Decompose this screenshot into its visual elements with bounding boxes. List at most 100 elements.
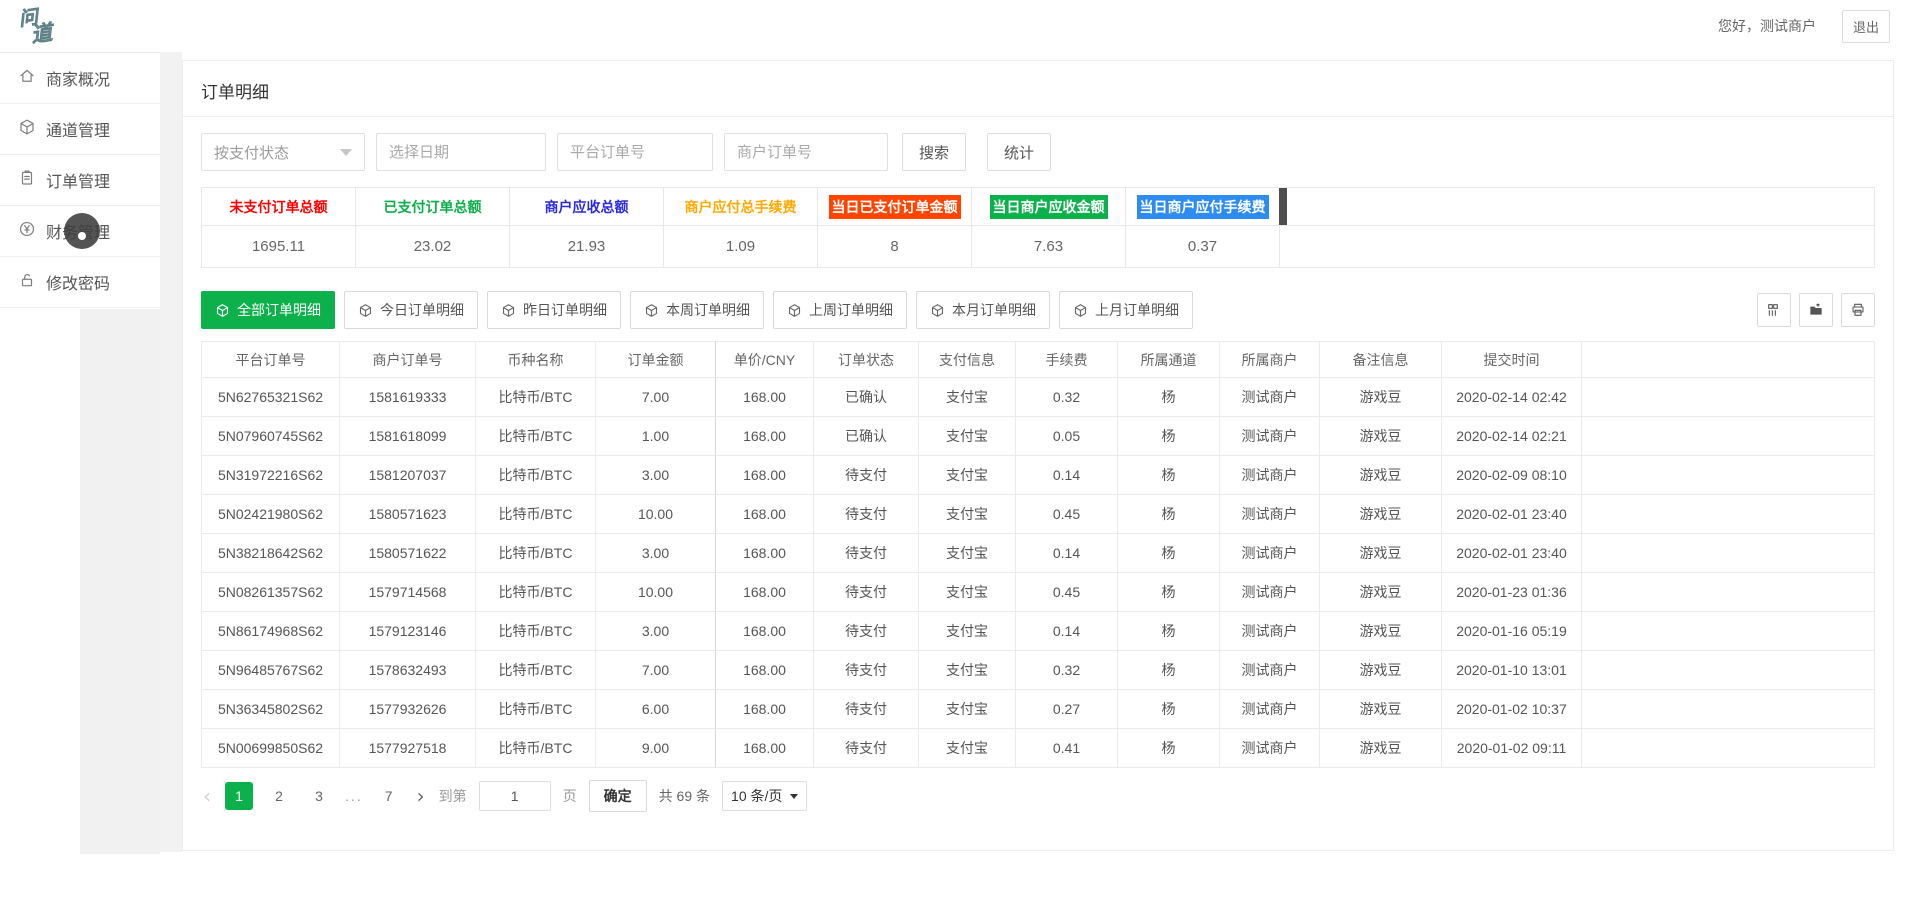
table-cell: 比特币/BTC bbox=[476, 651, 596, 690]
page-number-7[interactable]: 7 bbox=[375, 782, 403, 810]
date-picker-input[interactable] bbox=[376, 133, 546, 171]
tab-全部订单明细[interactable]: 全部订单明细 bbox=[201, 291, 335, 329]
table-cell: 3.00 bbox=[596, 534, 716, 573]
tab-本周订单明细[interactable]: 本周订单明细 bbox=[630, 291, 764, 329]
summary-filler-cell bbox=[1280, 188, 1875, 226]
table-cell: 10.00 bbox=[596, 573, 716, 612]
column-header-商户订单号: 商户订单号 bbox=[340, 342, 476, 378]
order-status: 已确认 bbox=[814, 378, 919, 417]
table-cell: 2020-01-10 13:01 bbox=[1442, 651, 1582, 690]
search-button[interactable]: 搜索 bbox=[902, 133, 966, 171]
table-cell: 168.00 bbox=[716, 651, 814, 690]
statistics-button[interactable]: 统计 bbox=[987, 133, 1051, 171]
summary-value: 7.63 bbox=[972, 226, 1126, 268]
sidebar-item-5[interactable]: 修改密码 bbox=[0, 257, 160, 308]
tab-昨日订单明细[interactable]: 昨日订单明细 bbox=[487, 291, 621, 329]
table-cell: 比特币/BTC bbox=[476, 417, 596, 456]
table-cell: 杨 bbox=[1118, 612, 1220, 651]
payment-status-placeholder: 按支付状态 bbox=[214, 142, 289, 163]
table-cell: 测试商户 bbox=[1220, 378, 1320, 417]
table-cell-filler bbox=[1582, 612, 1875, 651]
sidebar-item-label: 订单管理 bbox=[46, 168, 110, 192]
order-status: 待支付 bbox=[814, 573, 919, 612]
table-cell: 0.32 bbox=[1016, 378, 1118, 417]
goto-page-input[interactable] bbox=[479, 781, 551, 811]
merchant-order-input[interactable] bbox=[724, 133, 888, 171]
summary-value: 1.09 bbox=[664, 226, 818, 268]
platform-order-input[interactable] bbox=[557, 133, 713, 171]
table-cell-filler bbox=[1582, 495, 1875, 534]
order-status: 待支付 bbox=[814, 690, 919, 729]
tab-上周订单明细[interactable]: 上周订单明细 bbox=[773, 291, 907, 329]
table-cell: 0.14 bbox=[1016, 612, 1118, 651]
confirm-button[interactable]: 确定 bbox=[589, 780, 647, 812]
page-number-2[interactable]: 2 bbox=[265, 782, 293, 810]
pagination: ‹123...7›到第页确定共 69 条10 条/页 bbox=[183, 768, 1893, 824]
table-cell: 168.00 bbox=[716, 495, 814, 534]
tab-label: 今日订单明细 bbox=[380, 300, 464, 320]
column-header-所属商户: 所属商户 bbox=[1220, 342, 1320, 378]
table-cell: 游戏豆 bbox=[1320, 573, 1442, 612]
logout-button[interactable]: 退出 bbox=[1842, 10, 1890, 43]
column-header-提交时间: 提交时间 bbox=[1442, 342, 1582, 378]
table-cell: 测试商户 bbox=[1220, 534, 1320, 573]
table-cell-filler bbox=[1582, 417, 1875, 456]
page-size-select[interactable]: 10 条/页 bbox=[722, 781, 807, 811]
table-cell: 3.00 bbox=[596, 456, 716, 495]
column-header-支付信息: 支付信息 bbox=[919, 342, 1016, 378]
tab-今日订单明细[interactable]: 今日订单明细 bbox=[344, 291, 478, 329]
tab-上月订单明细[interactable]: 上月订单明细 bbox=[1059, 291, 1193, 329]
table-cell: 支付宝 bbox=[919, 573, 1016, 612]
print-button[interactable] bbox=[1841, 293, 1875, 327]
table-cell: 1581619333 bbox=[340, 378, 476, 417]
table-cell: 支付宝 bbox=[919, 495, 1016, 534]
print-icon bbox=[1850, 302, 1866, 318]
export-button[interactable] bbox=[1799, 293, 1833, 327]
goto-prefix: 到第 bbox=[439, 786, 467, 806]
table-cell: 3.00 bbox=[596, 612, 716, 651]
cube-icon bbox=[930, 303, 945, 318]
payment-status-select[interactable]: 按支付状态 bbox=[201, 133, 365, 171]
table-row: 5N38218642S621580571622比特币/BTC3.00168.00… bbox=[202, 534, 1875, 573]
table-row: 5N31972216S621581207037比特币/BTC3.00168.00… bbox=[202, 456, 1875, 495]
table-cell: 1581207037 bbox=[340, 456, 476, 495]
sidebar-menu: 商家概况通道管理订单管理财务管理修改密码 bbox=[0, 53, 160, 308]
table-cell: 5N02421980S62 bbox=[202, 495, 340, 534]
tab-label: 上周订单明细 bbox=[809, 300, 893, 320]
chevron-right-icon[interactable]: › bbox=[415, 786, 427, 806]
sidebar-item-label: 商家概况 bbox=[46, 66, 110, 90]
sidebar-item-1[interactable]: 商家概况 bbox=[0, 53, 160, 104]
tab-本月订单明细[interactable]: 本月订单明细 bbox=[916, 291, 1050, 329]
summary-label: 未支付订单总额 bbox=[202, 188, 356, 226]
order-scope-tabs: 全部订单明细 今日订单明细 昨日订单明细本周订单明细 上周订单明细 本月订单明细 上月订单… bbox=[183, 268, 1893, 337]
table-cell: 5N07960745S62 bbox=[202, 417, 340, 456]
cube-icon bbox=[18, 118, 36, 141]
summary-value: 1695.11 bbox=[202, 226, 356, 268]
table-cell: 2020-01-02 09:11 bbox=[1442, 729, 1582, 768]
columns-button[interactable] bbox=[1757, 293, 1791, 327]
table-cell: 168.00 bbox=[716, 378, 814, 417]
page-number-1[interactable]: 1 bbox=[225, 782, 253, 810]
yen-circle-icon bbox=[18, 220, 36, 243]
column-header-币种名称: 币种名称 bbox=[476, 342, 596, 378]
tab-group: 全部订单明细 今日订单明细 昨日订单明细本周订单明细 上周订单明细 本月订单明细 上月订单… bbox=[201, 291, 1193, 329]
page-number-3[interactable]: 3 bbox=[305, 782, 333, 810]
table-cell: 杨 bbox=[1118, 378, 1220, 417]
sidebar-item-3[interactable]: 订单管理 bbox=[0, 155, 160, 206]
summary-label: 当日商户应付手续费 bbox=[1126, 188, 1280, 226]
sidebar-item-2[interactable]: 通道管理 bbox=[0, 104, 160, 155]
table-cell: 杨 bbox=[1118, 573, 1220, 612]
table-cell: 测试商户 bbox=[1220, 456, 1320, 495]
table-cell: 游戏豆 bbox=[1320, 417, 1442, 456]
tab-label: 本月订单明细 bbox=[952, 300, 1036, 320]
scrollbar-thumb[interactable] bbox=[1279, 188, 1287, 225]
cube-icon bbox=[787, 303, 802, 318]
table-cell: 10.00 bbox=[596, 495, 716, 534]
table-cell: 杨 bbox=[1118, 417, 1220, 456]
orders-table: 平台订单号商户订单号币种名称订单金额单价/CNY订单状态支付信息手续费所属通道所… bbox=[201, 341, 1875, 768]
table-row: 5N00699850S621577927518比特币/BTC9.00168.00… bbox=[202, 729, 1875, 768]
chevron-left-icon[interactable]: ‹ bbox=[201, 786, 213, 806]
page-ellipsis: ... bbox=[345, 788, 363, 804]
column-header-订单金额: 订单金额 bbox=[596, 342, 716, 378]
table-cell: 杨 bbox=[1118, 534, 1220, 573]
